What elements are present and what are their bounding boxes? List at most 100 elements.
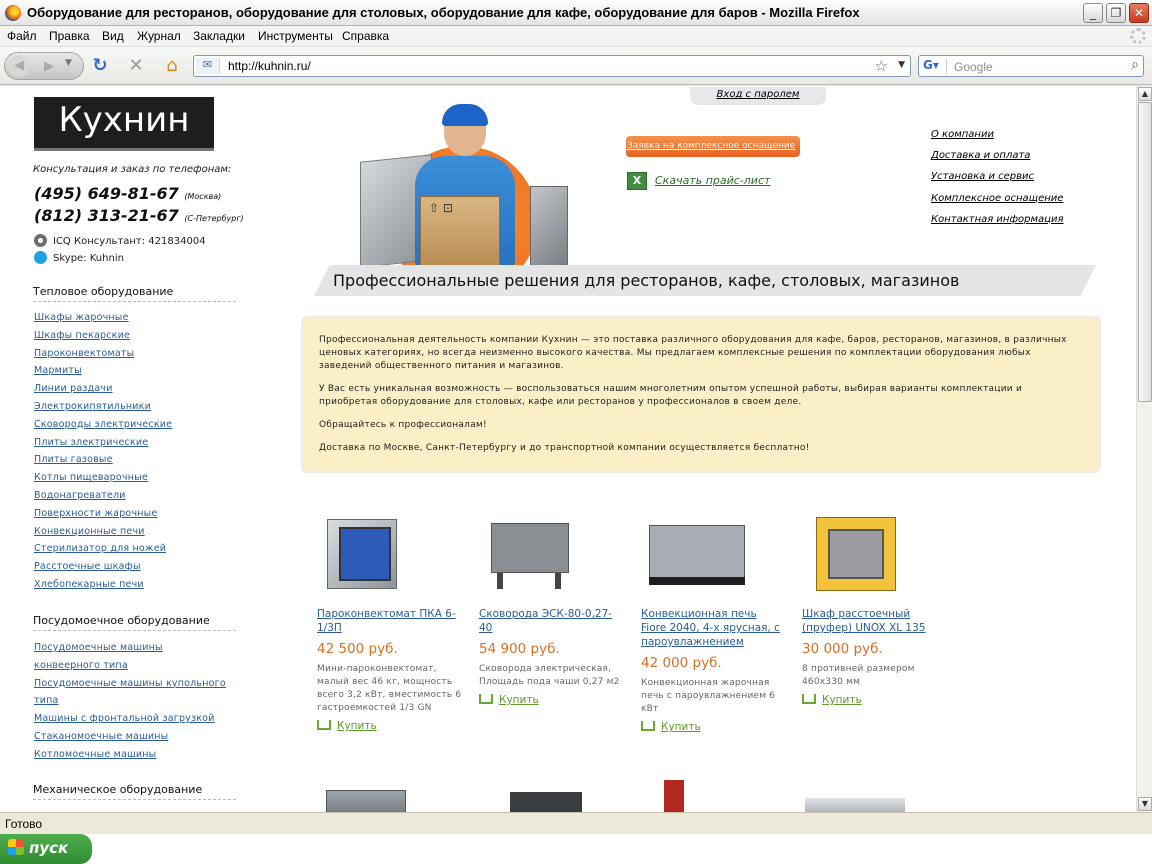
sidebar-item[interactable]: Машины с фронтальной загрузкой	[34, 710, 226, 728]
excel-icon[interactable]: X	[627, 172, 647, 190]
product-price: 42 000 руб.	[641, 655, 722, 671]
site-logo[interactable]: Кухнин	[34, 97, 214, 151]
bookmark-star-icon[interactable]: ☆	[875, 57, 888, 75]
start-button[interactable]: пуск	[0, 834, 92, 864]
banner: Профессиональные решения для ресторанов,…	[314, 265, 1096, 296]
search-engine-icon[interactable]: G▾	[921, 58, 947, 74]
reload-icon[interactable]: ↻	[90, 57, 110, 77]
throbber-icon	[1130, 28, 1146, 44]
product-image[interactable]	[645, 511, 745, 595]
sidebar-item[interactable]: Конвекционные печи	[34, 523, 234, 541]
product-price: 42 500 руб.	[317, 641, 398, 657]
cart-icon	[479, 694, 493, 704]
buy-button[interactable]: Купить	[479, 694, 621, 706]
sidebar-item[interactable]: Плиты газовые	[34, 451, 234, 469]
search-bar[interactable]: G▾ Google ⌕	[918, 55, 1144, 77]
product-image-partial[interactable]	[664, 776, 764, 812]
login-link[interactable]: Вход с паролем	[690, 87, 826, 105]
top-link-delivery[interactable]: Доставка и оплата	[931, 145, 1063, 166]
product-name[interactable]: Пароконвектомат ПКА 6-1/3П	[317, 607, 467, 635]
search-input[interactable]: Google	[954, 60, 993, 74]
maximize-button[interactable]: ❐	[1106, 3, 1126, 23]
menu-view[interactable]: Вид	[102, 29, 124, 43]
sidebar-item[interactable]: Посудомоечные машины конвеерного типа	[34, 639, 226, 675]
order-button[interactable]: Заявка на комплексное оснащение	[626, 136, 800, 157]
section-heading-dishwashing: Посудомоечное оборудование	[33, 614, 236, 631]
product-description: Сковорода электрическая, Площадь пода ча…	[479, 664, 620, 687]
sidebar-item[interactable]: Пароконвектоматы	[34, 345, 234, 363]
home-icon[interactable]: ⌂	[162, 57, 182, 77]
product-image-partial[interactable]	[805, 776, 905, 812]
sidebar-item[interactable]: Водонагреватели	[34, 487, 234, 505]
top-link-complex[interactable]: Комплексное оснащение	[931, 188, 1063, 209]
sidebar-item[interactable]: Стаканомоечные машины	[34, 728, 226, 746]
sidebar-item[interactable]: Шкафы пекарские	[34, 327, 234, 345]
menu-tools[interactable]: Инструменты	[258, 29, 333, 43]
top-link-about[interactable]: О компании	[931, 124, 1063, 145]
dishwashing-list: Посудомоечные машины конвеерного типа По…	[34, 639, 226, 764]
product-image-partial[interactable]	[326, 776, 426, 812]
sidebar-item[interactable]: Поверхности жарочные	[34, 505, 234, 523]
menu-edit[interactable]: Правка	[49, 29, 90, 43]
url-text[interactable]: http://kuhnin.ru/	[228, 59, 311, 73]
consult-text: Консультация и заказ по телефонам:	[33, 164, 232, 175]
menu-history[interactable]: Журнал	[137, 29, 181, 43]
product-image[interactable]	[806, 511, 902, 595]
sidebar-item[interactable]: Котлы пищеварочные	[34, 469, 234, 487]
buy-button[interactable]: Купить	[641, 721, 781, 733]
buy-button[interactable]: Купить	[317, 720, 467, 732]
sidebar-item[interactable]: Посудомоечные машины купольного типа	[34, 675, 226, 711]
about-paragraph: Доставка по Москве, Санкт-Петербургу и д…	[319, 443, 810, 453]
price-list-link[interactable]: Скачать прайс-лист	[655, 174, 770, 187]
cart-icon	[802, 694, 816, 704]
back-button[interactable]: ◀	[8, 55, 30, 77]
about-paragraph: Обращайтесь к профессионалам!	[319, 420, 487, 430]
scroll-thumb[interactable]	[1138, 102, 1152, 402]
product-name[interactable]: Сковорода ЭСК-80-0,27-40	[479, 607, 621, 635]
phone-moscow: (495) 649-81-67 (Москва)	[34, 184, 222, 203]
firefox-icon	[5, 5, 21, 21]
buy-button[interactable]: Купить	[802, 694, 926, 706]
status-bar: Готово	[0, 812, 1152, 834]
product-description: Мини-пароконвектомат, малый вес 46 кг, м…	[317, 664, 462, 713]
sidebar-item[interactable]: Сковороды электрические	[34, 416, 234, 434]
scroll-up-icon[interactable]: ▲	[1138, 87, 1152, 101]
top-links: О компании Доставка и оплата Установка и…	[931, 124, 1063, 230]
menu-file[interactable]: Файл	[7, 29, 37, 43]
sidebar-item[interactable]: Котломоечные машины	[34, 746, 226, 764]
product-name[interactable]: Шкаф расстоечный (пруфер) UNOX XL 135	[802, 607, 926, 635]
cart-icon	[641, 721, 655, 731]
sidebar-item[interactable]: Линии раздачи	[34, 380, 234, 398]
history-dropdown-icon[interactable]: ▼	[65, 58, 72, 68]
product-card: Сковорода ЭСК-80-0,27-40 54 900 руб. Ско…	[479, 511, 621, 706]
product-image[interactable]	[483, 511, 579, 595]
minimize-button[interactable]: _	[1083, 3, 1103, 23]
product-image-partial[interactable]	[510, 776, 610, 812]
product-name[interactable]: Конвекционная печь Fiore 2040, 4-х ярусн…	[641, 607, 781, 649]
vertical-scrollbar[interactable]: ▲ ▼	[1136, 86, 1152, 812]
search-icon[interactable]: ⌕	[1131, 57, 1139, 73]
sidebar-item[interactable]: Стерилизатор для ножей	[34, 540, 234, 558]
close-button[interactable]: ✕	[1129, 3, 1149, 23]
forward-button[interactable]: ▶	[39, 57, 59, 77]
banner-text: Профессиональные решения для ресторанов,…	[333, 271, 960, 290]
top-link-contacts[interactable]: Контактная информация	[931, 209, 1063, 230]
product-image[interactable]	[321, 511, 417, 595]
menu-help[interactable]: Справка	[342, 29, 389, 43]
sidebar-item[interactable]: Расстоечные шкафы	[34, 558, 234, 576]
product-price: 30 000 руб.	[802, 641, 883, 657]
sidebar-item[interactable]: Электрокипятильники	[34, 398, 234, 416]
menu-bookmarks[interactable]: Закладки	[193, 29, 245, 43]
hero-man-cap	[442, 104, 488, 126]
site-identity-icon[interactable]: ✉	[196, 58, 220, 74]
url-bar[interactable]: ✉ http://kuhnin.ru/ ☆ ▼	[193, 55, 911, 77]
sidebar-item[interactable]: Плиты электрические	[34, 434, 234, 452]
scroll-down-icon[interactable]: ▼	[1138, 797, 1152, 811]
url-dropdown-icon[interactable]: ▼	[898, 60, 905, 70]
sidebar-item[interactable]: Мармиты	[34, 362, 234, 380]
stop-icon[interactable]: ✕	[126, 57, 146, 77]
sidebar-item[interactable]: Шкафы жарочные	[34, 309, 234, 327]
top-link-install[interactable]: Установка и сервис	[931, 166, 1063, 187]
cart-icon	[317, 720, 331, 730]
sidebar-item[interactable]: Хлебопекарные печи	[34, 576, 234, 594]
